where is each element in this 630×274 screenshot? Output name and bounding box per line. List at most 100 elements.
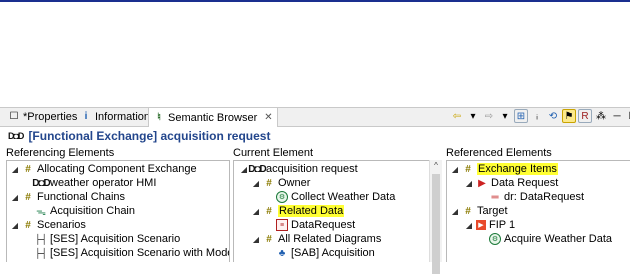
tree-item-label: weather operator HMI <box>50 177 157 189</box>
expand-toggle-icon[interactable]: ◢ <box>240 165 248 174</box>
expand-toggle-icon[interactable]: ◢ <box>252 207 260 216</box>
tree-item[interactable]: ≡ DataRequest <box>276 218 355 232</box>
tree-item[interactable]: ◢ # Allocating Component Exchange <box>11 162 197 176</box>
data-class-icon: ≡ <box>276 219 288 231</box>
expand-all-icon[interactable]: ⁂ <box>594 109 608 123</box>
tree-item[interactable]: ◢ # Related Data <box>252 204 345 218</box>
properties-icon: ☐ <box>9 111 19 122</box>
category-icon: # <box>266 177 272 189</box>
category-icon: # <box>465 205 471 217</box>
function-input-port-icon: ▶ <box>476 220 486 230</box>
tree-item[interactable]: ═ dr: DataRequest <box>489 190 584 204</box>
expand-toggle-icon[interactable]: ◢ <box>451 165 459 174</box>
tree-item[interactable]: ◢ # Owner <box>252 176 310 190</box>
scroll-up-icon[interactable]: ^ <box>430 160 442 172</box>
expand-toggle-icon[interactable]: ◢ <box>252 235 260 244</box>
tree-item-label: [SES] Acquisition Scenario <box>50 233 181 245</box>
category-icon: # <box>25 191 31 203</box>
back-dropdown-icon[interactable]: ▾ <box>466 109 480 123</box>
expand-toggle-icon[interactable]: ◢ <box>465 179 473 188</box>
function-icon: ⚙ <box>276 191 288 203</box>
sort-icon[interactable]: ᵢ <box>530 109 544 123</box>
back-arrow-icon[interactable]: ⇦ <box>450 109 464 123</box>
tree-item-label: dr: DataRequest <box>504 191 585 203</box>
expand-toggle-icon[interactable]: ◢ <box>451 207 459 216</box>
tree-item[interactable]: ◢ # Exchange Items <box>451 162 558 176</box>
tree-item[interactable]: ♣ [SAB] Acquisition <box>276 246 375 260</box>
category-icon: # <box>266 205 272 217</box>
exchange-item-icon: ▶ <box>478 177 486 189</box>
expand-toggle-icon[interactable]: ◢ <box>11 165 19 174</box>
tree-item-label: Acquire Weather Data <box>504 233 613 245</box>
referencing-header: Referencing Elements <box>6 147 115 159</box>
expand-toggle-icon[interactable]: ◢ <box>465 221 473 230</box>
forward-arrow-icon[interactable]: ⇨ <box>482 109 496 123</box>
tree-item[interactable]: ◢ # Scenarios <box>11 218 86 232</box>
current-tree[interactable]: ◢ D◘D acquisition request ◢ # Owner ⚙ Co… <box>233 160 431 262</box>
category-icon: # <box>266 233 272 245</box>
function-icon: ⚙ <box>489 233 501 245</box>
category-icon: # <box>25 219 31 231</box>
close-tab-icon[interactable]: ✕ <box>264 109 272 127</box>
functional-exchange-icon: D◘D <box>8 131 24 141</box>
tree-item[interactable]: ├┤ [SES] Acquisition Scenario <box>34 232 181 246</box>
refresh-icon[interactable]: ⟲ <box>546 109 560 123</box>
tree-item[interactable]: D◘D weather operator HMI <box>32 176 157 190</box>
tree-item[interactable]: ├┤ [SES] Acquisition Scenario with Modes <box>34 246 229 260</box>
tree-item[interactable]: ◢ # Functional Chains <box>11 190 125 204</box>
expand-toggle-icon[interactable]: ◢ <box>11 193 19 202</box>
tab-semantic-browser[interactable]: ♮ Semantic Browser ✕ <box>148 107 278 127</box>
current-header: Current Element <box>233 147 314 159</box>
current-element-column: Current Element ◢ D◘D acquisition reques… <box>233 147 443 274</box>
tree-item-label: FIP 1 <box>489 219 516 231</box>
tab-semantic-browser-label: Semantic Browser <box>168 111 258 124</box>
exchange-item-element-icon: ═ <box>491 191 499 203</box>
scenario-icon: ├┤ <box>34 248 48 258</box>
component-exchange-icon: D◘D <box>32 177 50 189</box>
tree-item[interactable]: ⚙ Acquire Weather Data <box>489 232 612 246</box>
tree-item[interactable]: ◢ ▶ Data Request <box>465 176 558 190</box>
view-toolbar: ⇦ ▾ ⇨ ▾ ⊞ ᵢ ⟲ ⚑ R ⁂ ─ ☐ <box>450 109 630 123</box>
forward-dropdown-icon[interactable]: ▾ <box>498 109 512 123</box>
tree-item[interactable]: ◢ D◘D acquisition request <box>240 162 358 176</box>
tree-item[interactable]: ◢ # All Related Diagrams <box>252 232 381 246</box>
tab-information[interactable]: i Information <box>80 108 150 126</box>
diagram-icon: ♣ <box>278 247 286 259</box>
functional-chain-icon: ᯓ <box>36 207 46 218</box>
tree-item-label: Scenarios <box>37 219 86 231</box>
expand-toggle-icon[interactable]: ◢ <box>11 221 19 230</box>
referencing-elements-column: Referencing Elements ◢ # Allocating Comp… <box>6 147 230 262</box>
filter-icon[interactable]: R <box>578 109 592 123</box>
tree-item-label: Allocating Component Exchange <box>37 163 197 175</box>
referenced-tree[interactable]: ◢ # Exchange Items ◢ ▶ Data Request ═ dr… <box>446 160 630 262</box>
tree-item[interactable]: ◢ # Target <box>451 204 508 218</box>
tab-properties-label: *Properties <box>23 111 78 123</box>
window-top-border <box>0 0 630 2</box>
category-icon: # <box>465 163 471 175</box>
category-icon: # <box>25 163 31 175</box>
tree-item-label: Acquisition Chain <box>50 205 135 217</box>
expand-toggle-icon[interactable]: ◢ <box>252 179 260 188</box>
tree-item[interactable]: ᯓ Acquisition Chain <box>35 204 135 218</box>
tree-item-label: DataRequest <box>291 219 356 231</box>
scenario-icon: ├┤ <box>34 234 48 244</box>
page-title-text: [Functional Exchange] acquisition reques… <box>28 129 271 143</box>
tree-item[interactable]: ⚙ Collect Weather Data <box>276 190 395 204</box>
info-icon: i <box>84 111 88 122</box>
scroll-thumb[interactable] <box>432 174 440 274</box>
tree-item-label: Collect Weather Data <box>291 191 396 203</box>
tree-item-label: All Related Diagrams <box>278 233 382 245</box>
pin-icon[interactable]: ⚑ <box>562 109 576 123</box>
maximize-icon[interactable]: ☐ <box>626 109 630 123</box>
tree-item-label: Functional Chains <box>37 191 126 203</box>
tab-properties[interactable]: ☐ *Properties <box>8 108 78 126</box>
tree-item-label: Owner <box>278 177 311 189</box>
link-with-editor-icon[interactable]: ⊞ <box>514 109 528 123</box>
minimize-icon[interactable]: ─ <box>610 109 624 123</box>
page-title: D◘D [Functional Exchange] acquisition re… <box>8 128 270 144</box>
current-scrollbar[interactable]: ^ <box>429 160 442 274</box>
tree-item-label: acquisition request <box>266 163 358 175</box>
referenced-elements-column: Referenced Elements ◢ # Exchange Items ◢… <box>446 147 630 262</box>
tree-item[interactable]: ◢ ▶ FIP 1 <box>465 218 515 232</box>
referencing-tree[interactable]: ◢ # Allocating Component Exchange D◘D we… <box>6 160 230 262</box>
